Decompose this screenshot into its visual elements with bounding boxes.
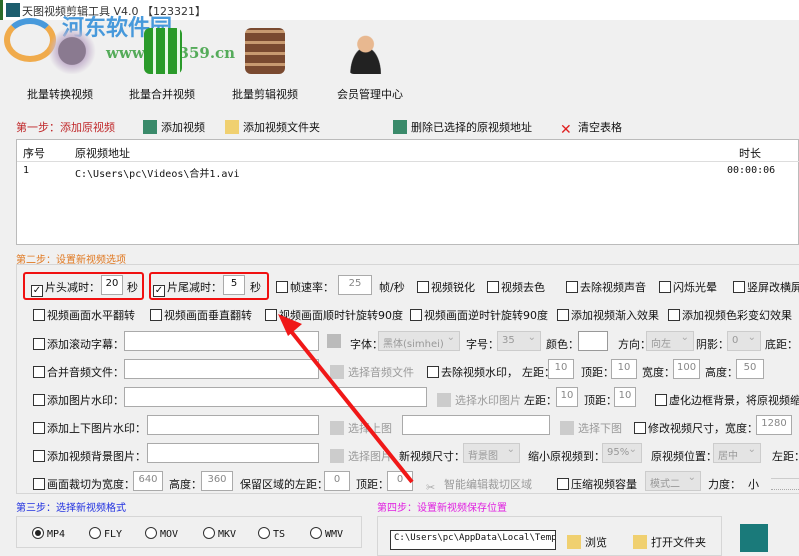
- red-arrow-annotation: [278, 314, 414, 484]
